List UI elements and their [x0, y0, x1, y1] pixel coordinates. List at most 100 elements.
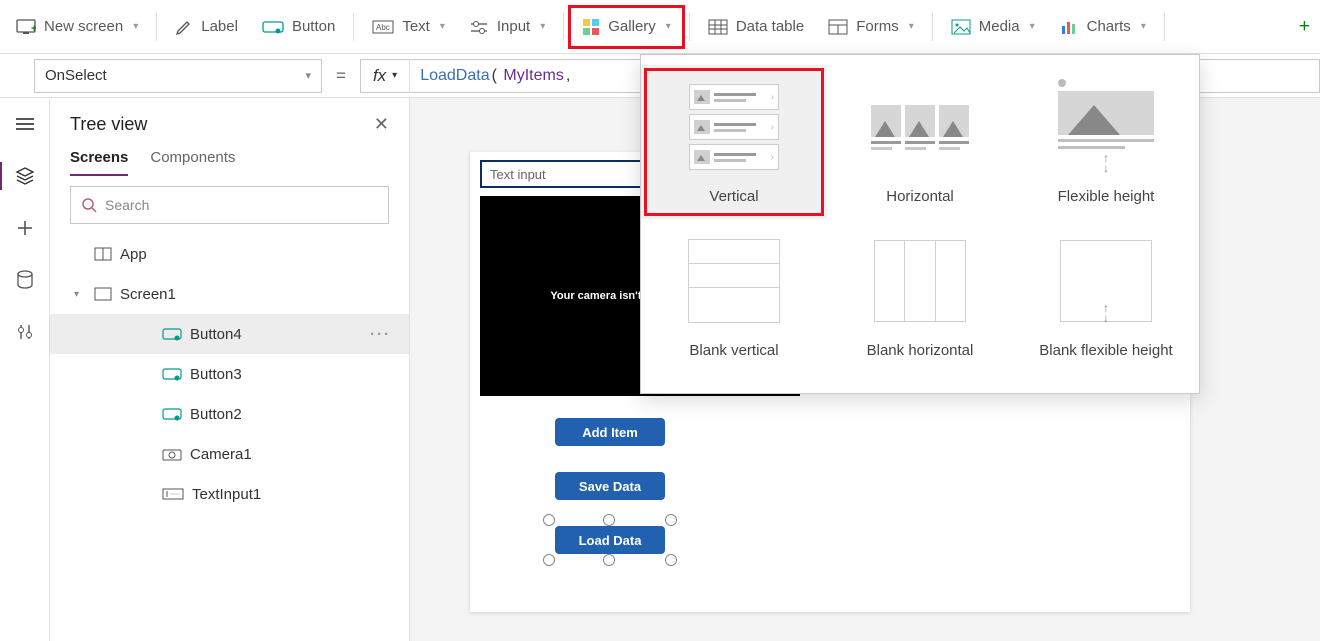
vertical-thumb: › › ›: [684, 77, 784, 177]
input-label: Input: [497, 18, 530, 35]
canvas-save-data-button[interactable]: Save Data: [555, 472, 665, 500]
chevron-down-icon: ▾: [1030, 21, 1035, 32]
image-icon: [951, 19, 971, 35]
tools-icon: [16, 323, 34, 341]
property-name: OnSelect: [45, 67, 107, 84]
gallery-option-blank-vertical[interactable]: Blank vertical: [641, 219, 827, 373]
chart-icon: [1059, 19, 1079, 35]
search-placeholder: Search: [105, 197, 149, 213]
layers-icon: [15, 166, 35, 186]
fx-label[interactable]: fx ▾: [360, 59, 409, 93]
svg-text:+: +: [31, 23, 36, 35]
data-table-label: Data table: [736, 18, 804, 35]
textinput-icon: [162, 488, 184, 500]
camera-icon: [162, 447, 182, 461]
rail-tools[interactable]: [9, 316, 41, 348]
tree-button2[interactable]: Button2: [50, 394, 409, 434]
insert-ribbon: + New screen ▾ Label Button Abc Text ▾ I…: [0, 0, 1320, 54]
divider: [1164, 13, 1165, 41]
formula-var: MyItems: [503, 67, 563, 85]
divider: [689, 13, 690, 41]
chevron-down-icon: ▾: [666, 21, 671, 32]
forms-label: Forms: [856, 18, 899, 35]
media-button[interactable]: Media ▾: [939, 7, 1047, 47]
tree-view-panel: Tree view ✕ Screens Components Search Ap…: [50, 98, 410, 641]
rail-insert[interactable]: [9, 212, 41, 244]
data-table-button[interactable]: Data table: [696, 7, 816, 47]
tab-screens[interactable]: Screens: [70, 149, 128, 176]
search-input[interactable]: Search: [70, 186, 389, 224]
left-rail: [0, 98, 50, 641]
forms-icon: [828, 19, 848, 35]
button-icon: [162, 407, 182, 421]
formula-fn: LoadData: [420, 67, 489, 85]
text-icon: Abc: [372, 20, 394, 34]
gallery-option-blank-horizontal[interactable]: Blank horizontal: [827, 219, 1013, 373]
new-screen-label: New screen: [44, 18, 123, 35]
divider: [353, 13, 354, 41]
gallery-label: Gallery: [608, 18, 656, 35]
add-icon[interactable]: +: [1299, 16, 1316, 38]
gallery-option-flexible[interactable]: ↑↓ Flexible height: [1013, 65, 1199, 219]
gallery-option-horizontal[interactable]: Horizontal: [827, 65, 1013, 219]
gallery-option-blank-flexible[interactable]: ↑↓ Blank flexible height: [1013, 219, 1199, 373]
flexible-thumb: ↑↓: [1056, 77, 1156, 177]
edit-icon: [175, 18, 193, 36]
label-button[interactable]: Label: [163, 7, 250, 47]
canvas-load-data-button[interactable]: Load Data: [555, 526, 665, 554]
label-label: Label: [201, 18, 238, 35]
blank-vertical-thumb: [684, 231, 784, 331]
button-label: Button: [292, 18, 335, 35]
canvas-add-item-button[interactable]: Add Item: [555, 418, 665, 446]
button-icon: [162, 327, 182, 341]
button-button[interactable]: Button: [250, 7, 347, 47]
collapse-icon[interactable]: ▾: [74, 289, 86, 300]
chevron-down-icon: ▾: [540, 21, 545, 32]
tree-list: App ▾ Screen1 Button4 ··· Button3: [50, 234, 409, 641]
media-label: Media: [979, 18, 1020, 35]
tree-camera1[interactable]: Camera1: [50, 434, 409, 474]
text-label: Text: [402, 18, 430, 35]
property-selector[interactable]: OnSelect ▾: [34, 59, 322, 93]
search-icon: [81, 197, 97, 213]
tree-textinput1[interactable]: TextInput1: [50, 474, 409, 514]
screen-icon: [94, 287, 112, 301]
chevron-down-icon: ▾: [909, 21, 914, 32]
button-icon: [262, 19, 284, 35]
charts-label: Charts: [1087, 18, 1131, 35]
text-button[interactable]: Abc Text ▾: [360, 7, 457, 47]
input-button[interactable]: Input ▾: [457, 7, 557, 47]
divider: [563, 13, 564, 41]
equals-sign: =: [336, 66, 346, 86]
app-icon: [94, 247, 112, 261]
tree-app[interactable]: App: [50, 234, 409, 274]
more-icon[interactable]: ···: [370, 326, 391, 343]
gallery-option-vertical[interactable]: › › › Vertical: [641, 65, 827, 219]
close-icon[interactable]: ✕: [374, 114, 389, 135]
svg-text:Abc: Abc: [376, 23, 390, 32]
tree-button4[interactable]: Button4 ···: [50, 314, 409, 354]
chevron-down-icon: ▾: [392, 70, 397, 81]
blank-horizontal-thumb: [870, 231, 970, 331]
rail-hamburger[interactable]: [9, 108, 41, 140]
gallery-button[interactable]: Gallery ▾: [570, 7, 683, 47]
plus-icon: [16, 219, 34, 237]
tree-button3[interactable]: Button3: [50, 354, 409, 394]
blank-flexible-thumb: ↑↓: [1056, 231, 1156, 331]
rail-tree-view[interactable]: [9, 160, 41, 192]
chevron-down-icon: ▾: [133, 21, 138, 32]
tree-title: Tree view: [70, 114, 147, 135]
rail-data[interactable]: [9, 264, 41, 296]
tab-components[interactable]: Components: [150, 149, 235, 176]
database-icon: [16, 270, 34, 290]
divider: [932, 13, 933, 41]
screen-plus-icon: +: [16, 19, 36, 35]
charts-button[interactable]: Charts ▾: [1047, 7, 1158, 47]
forms-button[interactable]: Forms ▾: [816, 7, 926, 47]
new-screen-button[interactable]: + New screen ▾: [4, 7, 150, 47]
tree-screen1[interactable]: ▾ Screen1: [50, 274, 409, 314]
chevron-down-icon: ▾: [440, 21, 445, 32]
table-icon: [708, 19, 728, 35]
button-icon: [162, 367, 182, 381]
sliders-icon: [469, 19, 489, 35]
